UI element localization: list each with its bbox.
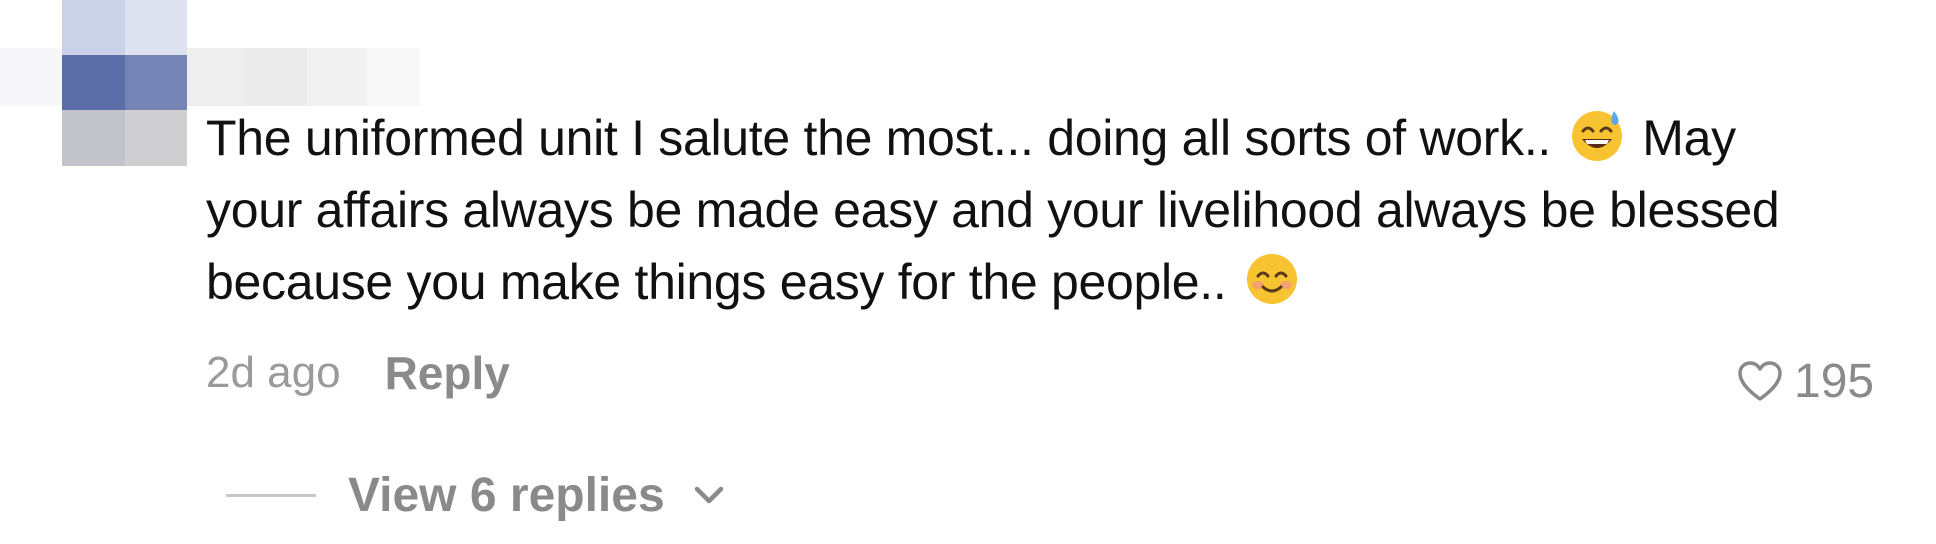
comment-text: The uniformed unit I salute the most... … <box>206 102 1886 318</box>
smiling-face-with-smiling-eyes-icon <box>1247 254 1298 304</box>
view-replies-label[interactable]: View 6 replies <box>348 468 665 523</box>
chevron-down-icon[interactable] <box>689 475 729 515</box>
comment-text-line1-end: May <box>1628 110 1736 166</box>
username-redacted[interactable] <box>0 48 420 106</box>
like-button[interactable]: 195 <box>1736 346 1874 416</box>
comment-meta-row: 2d ago Reply <box>206 338 510 408</box>
comment-text-line2: your affairs always be made easy and you… <box>206 182 1780 238</box>
timestamp: 2d ago <box>206 348 341 397</box>
divider-line <box>226 493 316 497</box>
comment-text-line3: because you make things easy for the peo… <box>206 254 1241 310</box>
like-count: 195 <box>1794 354 1875 408</box>
view-replies-button[interactable]: View 6 replies <box>226 460 729 530</box>
grinning-face-with-sweat-icon <box>1571 111 1622 161</box>
heart-icon[interactable] <box>1736 359 1784 403</box>
comment-item: The uniformed unit I salute the most... … <box>0 0 1936 544</box>
reply-button[interactable]: Reply <box>385 346 510 400</box>
comment-text-line1: The uniformed unit I salute the most... … <box>206 110 1565 166</box>
